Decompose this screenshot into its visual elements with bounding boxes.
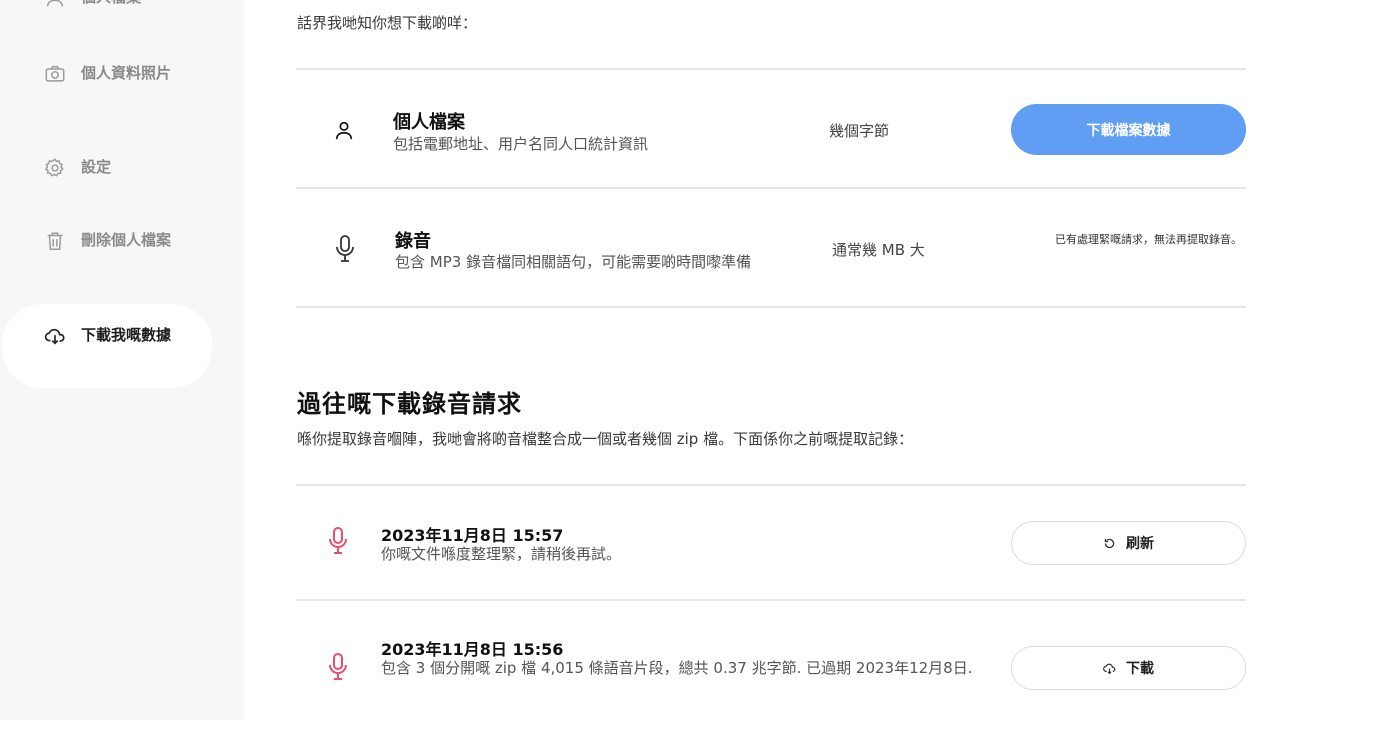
user-icon <box>335 121 353 140</box>
divider <box>296 306 1246 308</box>
cloud-download-icon <box>44 328 65 345</box>
microphone-icon <box>336 235 354 262</box>
refresh-button[interactable]: 刷新 <box>1011 521 1246 565</box>
sidebar: 個人檔案 個人資料照片 設定 刪除個人檔案 下載我嘅數據 <box>0 0 244 720</box>
divider <box>296 599 1246 601</box>
microphone-icon <box>329 653 347 680</box>
history-title: 過往嘅下載錄音請求 <box>297 390 522 418</box>
sidebar-item-delete-profile[interactable]: 刪除個人檔案 <box>0 229 212 252</box>
download-button[interactable]: 下載 <box>1011 646 1246 690</box>
sidebar-item-profile[interactable]: 個人檔案 <box>0 0 212 9</box>
divider <box>296 68 1246 70</box>
download-profile-data-button[interactable]: 下載檔案數據 <box>1011 104 1246 155</box>
sidebar-item-label: 設定 <box>81 158 112 176</box>
recording-row-subtitle: 包含 MP3 錄音檔同相關語句，可能需要啲時間嚟準備 <box>395 253 752 271</box>
profile-row-size: 幾個字節 <box>829 122 890 140</box>
microphone-icon <box>329 527 347 554</box>
sidebar-item-label: 個人資料照片 <box>81 64 172 82</box>
sidebar-item-label: 個人檔案 <box>81 0 171 9</box>
request-description: 包含 3 個分開嘅 zip 檔 4,015 條語音片段，總共 0.37 兆字節.… <box>381 659 973 677</box>
profile-row-title: 個人檔案 <box>393 112 465 133</box>
trash-icon <box>47 232 63 250</box>
recording-row-note: 已有處理緊嘅請求，無法再提取錄音。 <box>1055 233 1242 246</box>
user-icon <box>46 0 64 7</box>
divider <box>296 187 1246 189</box>
history-description: 喺你提取錄音嗰陣，我哋會將啲音檔整合成一個或者幾個 zip 檔。下面係你之前嘅提… <box>297 430 914 448</box>
download-button-label: 下載 <box>1126 660 1154 676</box>
intro-text: 話界我哋知你想下載啲咩： <box>297 14 478 32</box>
refresh-icon <box>1104 538 1115 548</box>
recording-row-size: 通常幾 MB 大 <box>832 241 925 259</box>
camera-icon <box>45 65 65 82</box>
recording-row-title: 錄音 <box>395 231 431 252</box>
sidebar-item-label: 下載我嘅數據 <box>81 326 172 344</box>
sidebar-item-download-data[interactable]: 下載我嘅數據 <box>2 304 212 388</box>
cloud-download-icon <box>1103 663 1116 674</box>
sidebar-item-settings[interactable]: 設定 <box>0 156 212 179</box>
gear-icon <box>44 158 64 177</box>
sidebar-item-label: 刪除個人檔案 <box>81 231 172 249</box>
request-description: 你嘅文件喺度整理緊，請稍後再試。 <box>381 545 622 563</box>
profile-row-subtitle: 包括電郵地址、用户名同人口統計資訊 <box>393 135 649 153</box>
sidebar-item-profile-photo[interactable]: 個人資料照片 <box>0 62 212 85</box>
refresh-button-label: 刷新 <box>1126 535 1154 551</box>
divider <box>296 484 1246 486</box>
